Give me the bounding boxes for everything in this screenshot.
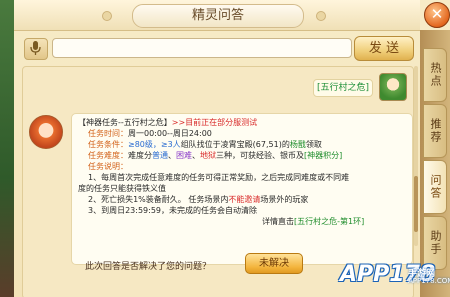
left-decoration	[0, 0, 14, 297]
close-button[interactable]: ✕	[424, 2, 450, 28]
difficulty-sep-2: 、	[192, 151, 200, 160]
send-button[interactable]: 发 送	[354, 36, 414, 61]
answer-line-detail: 详情直击[五行村之危-第1环]	[262, 216, 364, 227]
tab-recommend[interactable]: 推荐	[423, 104, 447, 158]
voice-input-button[interactable]	[24, 38, 48, 60]
description-2-warning: 不能邀请	[228, 195, 261, 204]
task-name: 【神器任务--五行村之危】	[78, 118, 172, 127]
watermark-url: APP178.COM	[408, 277, 450, 285]
feedback-question: 此次回答是否解决了您的问题？	[85, 262, 212, 272]
difficulty-prefix: 难度分	[128, 151, 152, 160]
condition-tail: 组队找位于凌霄宝殿(67,51)的	[180, 140, 290, 149]
condition-value: ≥80级，≥3人	[128, 140, 181, 149]
description-item-2: 2、死亡损失1%装备耐久。 任务场景内不能邀请场景外的玩家	[88, 194, 308, 205]
difficulty-normal: 普通	[152, 151, 168, 160]
answer-line-condition: 任务条件：≥80级，≥3人组队找位于凌霄宝殿(67,51)的杨戬领取	[88, 139, 322, 150]
difficulty-sep-1: 、	[168, 151, 176, 160]
question-input[interactable]	[52, 38, 352, 58]
dialog-window: 精灵问答 ✕ 发 送 [五行村之危] 【神器任务--五行村之危】>>目前正在部分…	[0, 0, 450, 297]
answer-line-difficulty: 任务难度：难度分普通、困难、地狱三种，可获经验、银币及[神器积分]	[88, 150, 342, 161]
description-item-1-cont: 度的任务只能获得铁义值	[78, 184, 166, 193]
tab-qa[interactable]: 问答	[423, 160, 447, 214]
title-ornament-left	[102, 11, 112, 21]
detail-link[interactable]: [五行村之危-第1环]	[294, 217, 364, 226]
unresolved-button[interactable]: 未解决	[245, 253, 303, 274]
npc-link[interactable]: 杨戬	[290, 140, 306, 149]
tab-hot[interactable]: 热点	[423, 48, 447, 102]
window-title: 精灵问答	[132, 4, 304, 28]
watermark-logo: APP178 手游网 APP178.COM	[320, 258, 450, 297]
condition-label: 任务条件：	[88, 140, 128, 149]
answer-line-title: 【神器任务--五行村之危】>>目前正在部分服测试	[78, 117, 257, 128]
difficulty-hard: 困难	[176, 151, 192, 160]
description-label: 任务说明：	[88, 162, 128, 171]
description-item-1: 1、每周首次完成任意难度的任务可得正常奖励，之后完成同难度或不同难	[88, 173, 350, 182]
description-2-suffix: 场景外的玩家	[260, 195, 309, 204]
test-notice: >>目前正在部分服测试	[171, 118, 258, 127]
microphone-icon	[30, 41, 41, 55]
description-item-3: 3、到周日23:59:59，未完成的任务会自动清除	[88, 206, 258, 215]
difficulty-hell: 地狱	[200, 151, 216, 160]
reward-link[interactable]: [神器积分]	[304, 151, 342, 160]
difficulty-label: 任务难度：	[88, 151, 128, 160]
answer-line-desc-label: 任务说明：	[88, 161, 128, 172]
detail-prefix: 详情直击	[262, 217, 294, 226]
answer-line-time: 任务时间：周一00:00--周日24:00	[88, 128, 212, 139]
title-ornament-right	[316, 11, 326, 21]
scrollbar-thumb[interactable]	[414, 176, 418, 232]
user-question-bubble[interactable]: [五行村之危]	[313, 79, 373, 97]
npc-avatar	[29, 115, 63, 149]
time-value: 周一00:00--周日24:00	[128, 129, 212, 138]
description-2-prefix: 2、死亡损失1%装备耐久。 任务场景内	[88, 195, 229, 204]
answer-bubble: 【神器任务--五行村之危】>>目前正在部分服测试 任务时间：周一00:00--周…	[71, 113, 413, 265]
time-label: 任务时间：	[88, 129, 128, 138]
user-avatar	[379, 73, 407, 101]
title-bar: 精灵问答	[14, 0, 420, 31]
condition-end: 领取	[305, 140, 322, 149]
difficulty-suffix: 三种，可获经验、银币及	[216, 151, 304, 160]
